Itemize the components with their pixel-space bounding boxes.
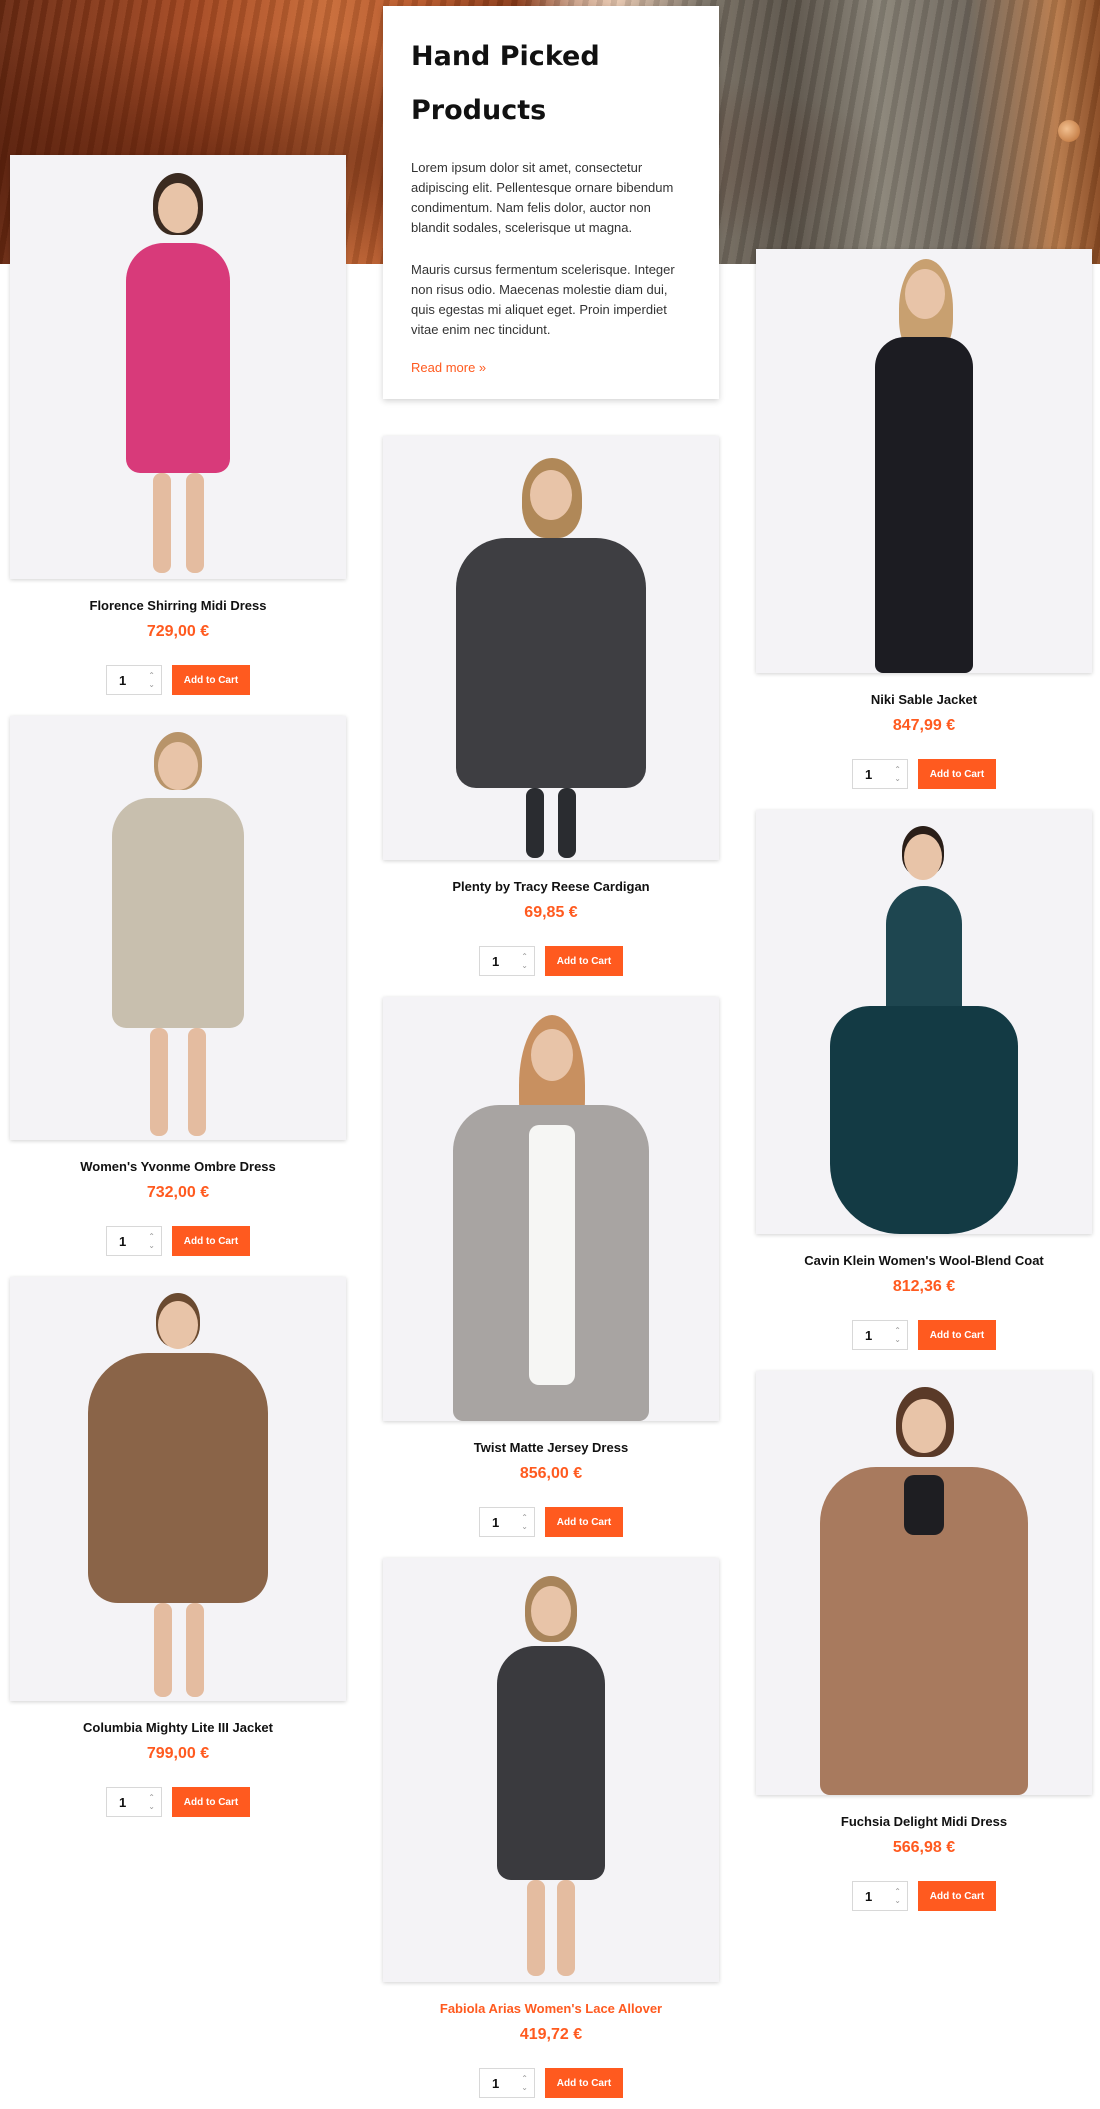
product-price: 856,00 € xyxy=(519,1465,583,1482)
add-to-cart-button[interactable]: Add to Cart xyxy=(172,1787,250,1817)
stepper-arrows-icon[interactable]: ⌃ ⌄ xyxy=(521,1513,528,1531)
quantity-value: 1 xyxy=(119,672,127,688)
product-image[interactable] xyxy=(383,436,719,860)
quantity-stepper[interactable]: 1 ⌃ ⌄ xyxy=(852,1881,908,1911)
product-name[interactable]: Cavin Klein Women's Wool-Blend Coat xyxy=(756,1252,1092,1270)
intro-title: Hand Picked Products xyxy=(411,41,600,126)
hero-overall-button xyxy=(1058,120,1080,142)
product-name[interactable]: Twist Matte Jersey Dress xyxy=(383,1439,719,1457)
product-image[interactable] xyxy=(756,249,1092,673)
stepper-arrows-icon[interactable]: ⌃ ⌄ xyxy=(148,1232,155,1250)
quantity-stepper[interactable]: 1 ⌃ ⌄ xyxy=(106,665,162,695)
stepper-arrows-icon[interactable]: ⌃ ⌄ xyxy=(894,1326,901,1344)
product-name[interactable]: Plenty by Tracy Reese Cardigan xyxy=(383,878,719,896)
add-to-cart-button[interactable]: Add to Cart xyxy=(918,1881,996,1911)
product-image[interactable] xyxy=(383,997,719,1421)
add-to-cart-button[interactable]: Add to Cart xyxy=(545,946,623,976)
intro-paragraph-2: Mauris cursus fermentum scelerisque. Int… xyxy=(411,262,675,337)
quantity-value: 1 xyxy=(865,1327,873,1343)
product-price: 419,72 € xyxy=(519,2026,583,2043)
quantity-value: 1 xyxy=(119,1233,127,1249)
product-price: 732,00 € xyxy=(146,1184,210,1201)
stepper-arrows-icon[interactable]: ⌃ ⌄ xyxy=(894,765,901,783)
quantity-stepper[interactable]: 1 ⌃ ⌄ xyxy=(479,2068,535,2098)
stepper-arrows-icon[interactable]: ⌃ ⌄ xyxy=(894,1887,901,1905)
quantity-stepper[interactable]: 1 ⌃ ⌄ xyxy=(479,1507,535,1537)
product-name[interactable]: Fabiola Arias Women's Lace Allover xyxy=(383,2000,719,2018)
add-to-cart-button[interactable]: Add to Cart xyxy=(545,2068,623,2098)
intro-paragraph-1: Lorem ipsum dolor sit amet, consectetur … xyxy=(411,160,674,235)
product-card: Fuchsia Delight Midi Dress 566,98 € 1 ⌃ ⌄… xyxy=(756,1371,1092,1911)
product-card: Florence Shirring Midi Dress 729,00 € 1 … xyxy=(10,155,346,695)
product-name[interactable]: Fuchsia Delight Midi Dress xyxy=(756,1813,1092,1831)
quantity-value: 1 xyxy=(865,766,873,782)
product-price: 812,36 € xyxy=(892,1278,956,1295)
quantity-value: 1 xyxy=(865,1888,873,1904)
product-card: Columbia Mighty Lite III Jacket 799,00 €… xyxy=(10,1277,346,1817)
quantity-value: 1 xyxy=(119,1794,127,1810)
add-to-cart-button[interactable]: Add to Cart xyxy=(918,1320,996,1350)
quantity-stepper[interactable]: 1 ⌃ ⌄ xyxy=(479,946,535,976)
stepper-arrows-icon[interactable]: ⌃ ⌄ xyxy=(148,1793,155,1811)
quantity-value: 1 xyxy=(492,2075,500,2091)
product-price: 799,00 € xyxy=(146,1745,210,1762)
product-image[interactable] xyxy=(10,155,346,579)
product-card: Plenty by Tracy Reese Cardigan 69,85 € 1… xyxy=(383,436,719,976)
quantity-stepper[interactable]: 1 ⌃ ⌄ xyxy=(106,1787,162,1817)
intro-box: Hand Picked Products Lorem ipsum dolor s… xyxy=(383,6,719,399)
quantity-stepper[interactable]: 1 ⌃ ⌄ xyxy=(852,1320,908,1350)
product-image[interactable] xyxy=(756,1371,1092,1795)
product-image[interactable] xyxy=(756,810,1092,1234)
product-card: Niki Sable Jacket 847,99 € 1 ⌃ ⌄ Add to C… xyxy=(756,249,1092,789)
product-image[interactable] xyxy=(10,1277,346,1701)
product-name[interactable]: Columbia Mighty Lite III Jacket xyxy=(10,1719,346,1737)
product-price: 847,99 € xyxy=(892,717,956,734)
product-name[interactable]: Florence Shirring Midi Dress xyxy=(10,597,346,615)
stepper-arrows-icon[interactable]: ⌃ ⌄ xyxy=(148,671,155,689)
add-to-cart-button[interactable]: Add to Cart xyxy=(545,1507,623,1537)
add-to-cart-button[interactable]: Add to Cart xyxy=(172,1226,250,1256)
product-card: Women's Yvonme Ombre Dress 732,00 € 1 ⌃ ⌄… xyxy=(10,716,346,1256)
quantity-stepper[interactable]: 1 ⌃ ⌄ xyxy=(852,759,908,789)
add-to-cart-button[interactable]: Add to Cart xyxy=(918,759,996,789)
product-image[interactable] xyxy=(10,716,346,1140)
stepper-arrows-icon[interactable]: ⌃ ⌄ xyxy=(521,952,528,970)
quantity-value: 1 xyxy=(492,953,500,969)
quantity-stepper[interactable]: 1 ⌃ ⌄ xyxy=(106,1226,162,1256)
product-price: 729,00 € xyxy=(146,623,210,640)
product-card: Twist Matte Jersey Dress 856,00 € 1 ⌃ ⌄ A… xyxy=(383,997,719,1537)
add-to-cart-button[interactable]: Add to Cart xyxy=(172,665,250,695)
product-name[interactable]: Niki Sable Jacket xyxy=(756,691,1092,709)
product-name[interactable]: Women's Yvonme Ombre Dress xyxy=(10,1158,346,1176)
stepper-arrows-icon[interactable]: ⌃ ⌄ xyxy=(521,2074,528,2092)
product-card: Cavin Klein Women's Wool-Blend Coat 812,… xyxy=(756,810,1092,1350)
product-image[interactable] xyxy=(383,1558,719,1982)
quantity-value: 1 xyxy=(492,1514,500,1530)
read-more-link[interactable]: Read more » xyxy=(411,360,486,375)
product-card: Fabiola Arias Women's Lace Allover 419,7… xyxy=(383,1558,719,2098)
product-price: 69,85 € xyxy=(524,904,578,921)
product-price: 566,98 € xyxy=(892,1839,956,1856)
